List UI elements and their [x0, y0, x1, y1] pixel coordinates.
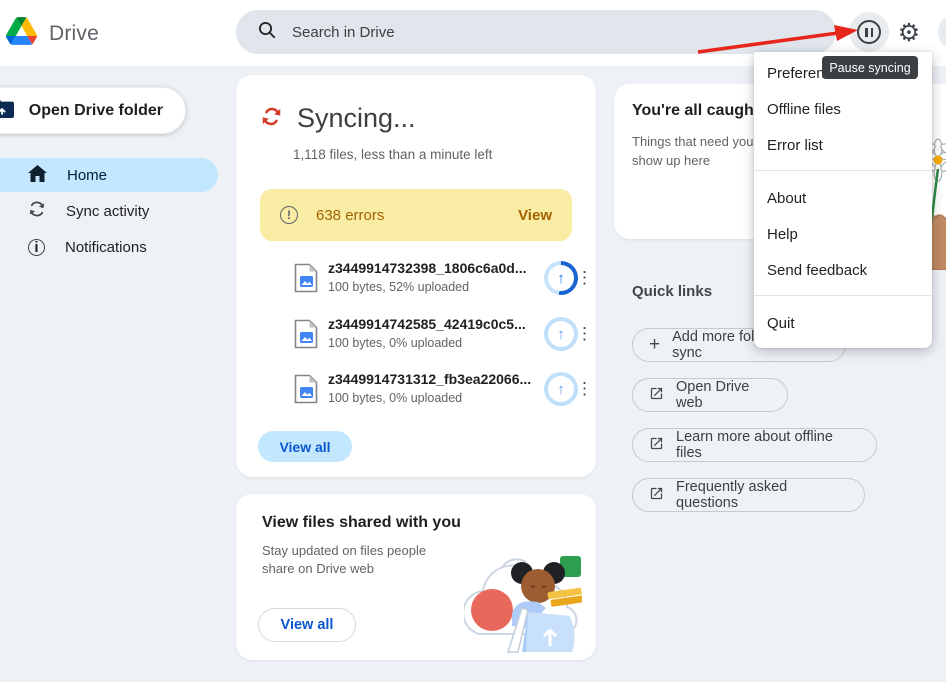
file-name: z3449914732398_1806c6a0d...	[328, 260, 527, 276]
external-link-icon	[649, 386, 664, 405]
shared-files-illustration	[464, 534, 582, 661]
image-file-icon	[294, 263, 318, 298]
view-all-shared-button[interactable]: View all	[258, 608, 356, 642]
sync-icon	[260, 105, 283, 133]
menu-item-quit[interactable]: Quit	[754, 305, 932, 341]
warning-icon: !	[280, 206, 298, 224]
file-row[interactable]: z3449914731312_fb3ea22066... 100 bytes, …	[260, 370, 572, 410]
sidebar-item-sync-activity[interactable]: Sync activity	[0, 194, 218, 228]
file-detail: 100 bytes, 0% uploaded	[328, 336, 462, 350]
file-more-menu[interactable]: ⋮	[576, 325, 590, 342]
settings-button[interactable]: ⚙	[889, 13, 929, 53]
folder-upload-icon	[0, 98, 15, 124]
search-placeholder: Search in Drive	[292, 24, 395, 41]
shared-files-card: View files shared with you Stay updated …	[236, 494, 596, 660]
menu-divider	[754, 295, 932, 296]
avatar[interactable]	[938, 13, 946, 51]
sync-title: Syncing...	[297, 103, 416, 134]
quick-link-label: Learn more about offline files	[676, 429, 860, 461]
menu-item-about[interactable]: About	[754, 180, 932, 216]
upload-arrow-icon: ↑	[557, 382, 565, 397]
sidebar-item-label: Notifications	[65, 239, 147, 256]
upload-progress-circle: ↑	[544, 261, 578, 295]
shared-card-body: Stay updated on files people share on Dr…	[262, 542, 426, 578]
faq-button[interactable]: Frequently asked questions	[632, 478, 865, 512]
menu-item-error-list[interactable]: Error list	[754, 127, 932, 163]
file-detail: 100 bytes, 52% uploaded	[328, 280, 469, 294]
file-more-menu[interactable]: ⋮	[576, 380, 590, 397]
sidebar-item-home[interactable]: Home	[0, 158, 218, 192]
image-file-icon	[294, 374, 318, 409]
sidebar-item-label: Home	[67, 167, 107, 184]
settings-dropdown-menu: Preferences Offline files Error list Abo…	[754, 52, 932, 348]
shared-card-title: View files shared with you	[262, 514, 461, 532]
home-icon	[28, 165, 47, 186]
drive-logo-icon	[6, 17, 37, 50]
offline-files-help-button[interactable]: Learn more about offline files	[632, 428, 877, 462]
file-name: z3449914742585_42419c0c5...	[328, 316, 526, 332]
upload-arrow-icon: ↑	[557, 271, 565, 286]
gear-icon: ⚙	[898, 18, 920, 48]
sidebar-item-label: Sync activity	[66, 203, 149, 220]
plus-icon: +	[649, 335, 660, 354]
external-link-icon	[649, 486, 664, 505]
error-banner[interactable]: ! 638 errors View	[260, 189, 572, 241]
quick-links-heading: Quick links	[632, 283, 712, 300]
pause-icon	[857, 20, 881, 44]
image-file-icon	[294, 319, 318, 354]
error-count: 638 errors	[316, 207, 384, 224]
sync-activity-icon	[28, 200, 46, 222]
file-name: z3449914731312_fb3ea22066...	[328, 371, 531, 387]
view-all-syncing-button[interactable]: View all	[258, 431, 352, 462]
sidebar-item-notifications[interactable]: i Notifications	[0, 230, 218, 264]
menu-item-send-feedback[interactable]: Send feedback	[754, 252, 932, 288]
quick-link-label: Frequently asked questions	[676, 479, 848, 511]
open-drive-folder-label: Open Drive folder	[29, 102, 163, 120]
open-drive-folder-button[interactable]: Open Drive folder	[0, 87, 186, 134]
file-more-menu[interactable]: ⋮	[576, 269, 590, 286]
search-input[interactable]: Search in Drive	[236, 10, 836, 54]
file-row[interactable]: z3449914732398_1806c6a0d... 100 bytes, 5…	[260, 259, 572, 299]
pause-syncing-button[interactable]	[849, 12, 889, 52]
error-view-link[interactable]: View	[518, 207, 552, 224]
menu-item-offline-files[interactable]: Offline files	[754, 91, 932, 127]
info-icon: i	[28, 239, 45, 256]
menu-divider	[754, 170, 932, 171]
sync-subtitle: 1,118 files, less than a minute left	[293, 147, 492, 162]
search-icon	[258, 21, 276, 44]
open-drive-web-button[interactable]: Open Drive web	[632, 378, 788, 412]
upload-progress-circle: ↑	[544, 317, 578, 351]
sync-status-card: Syncing... 1,118 files, less than a minu…	[236, 75, 596, 477]
external-link-icon	[649, 436, 664, 455]
drive-logo: Drive	[6, 17, 99, 50]
upload-arrow-icon: ↑	[557, 327, 565, 342]
pause-syncing-tooltip: Pause syncing	[822, 56, 918, 79]
file-row[interactable]: z3449914742585_42419c0c5... 100 bytes, 0…	[260, 315, 572, 355]
quick-link-label: Open Drive web	[676, 379, 771, 411]
app-title: Drive	[49, 22, 99, 46]
file-detail: 100 bytes, 0% uploaded	[328, 391, 462, 405]
upload-progress-circle: ↑	[544, 372, 578, 406]
menu-item-help[interactable]: Help	[754, 216, 932, 252]
